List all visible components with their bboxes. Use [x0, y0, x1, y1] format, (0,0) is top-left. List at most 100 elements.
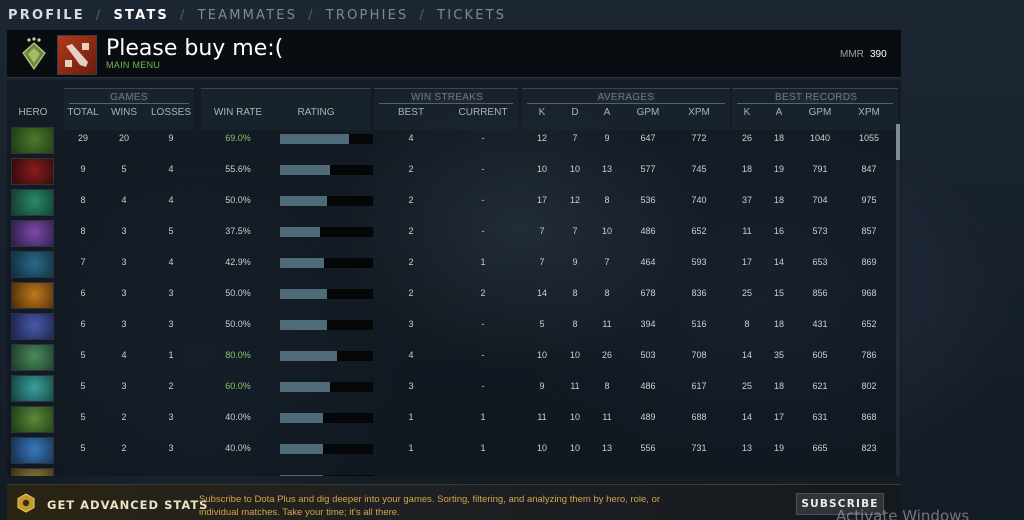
mmr-value: 390 — [870, 49, 887, 60]
hero-portrait[interactable] — [11, 251, 54, 278]
cell-avg-gpm: 678 — [640, 288, 656, 298]
table-row[interactable]: 8 4 4 50.0% 2-17 12 8 536 740 37 18 704 975 — [7, 187, 895, 218]
rating-bar-fill — [280, 351, 337, 361]
cell-avg-a: 11 — [602, 412, 612, 422]
rating-bar-fill — [280, 320, 327, 330]
col-losses[interactable]: LOSSES — [151, 107, 191, 118]
table-row[interactable]: 5 2 3 40.0% 1 1 10 10 13 556 731 13 19 665 823 — [7, 435, 895, 466]
hero-portrait[interactable] — [11, 344, 54, 371]
cell-win-rate: 40.0% — [225, 443, 251, 453]
col-best-a[interactable]: A — [759, 107, 799, 118]
cell-best-xpm: 652 — [861, 319, 877, 329]
nav-profile[interactable]: PROFILE — [8, 8, 85, 23]
cell-losses: 3 — [168, 443, 174, 453]
cell-wins: 3 — [121, 319, 127, 329]
scrollbar[interactable] — [896, 124, 900, 476]
rating-bar — [280, 413, 373, 423]
cell-current-streak: 1 — [480, 412, 486, 422]
hero-portrait[interactable] — [11, 313, 54, 340]
col-best-xpm[interactable]: XPM — [849, 107, 889, 118]
col-avg-a[interactable]: A — [587, 107, 627, 118]
col-win-rate[interactable]: WIN RATE — [208, 107, 268, 118]
nav-separator: / — [179, 7, 187, 23]
cell-avg-a: 8 — [604, 195, 610, 205]
cell-avg-a: 8 — [604, 381, 610, 391]
table-row[interactable]: 29 20 9 69.0% 4-12 7 9 647 772 26 18 1040 1055 — [7, 125, 895, 156]
main-menu-link[interactable]: MAIN MENU — [106, 60, 160, 70]
col-current-streak[interactable]: CURRENT — [453, 107, 513, 118]
dota-logo-icon[interactable] — [57, 35, 97, 75]
col-hero[interactable]: HERO — [13, 107, 53, 118]
cell-total: 7 — [80, 257, 86, 267]
table-row[interactable]: 7 3 4 42.9% 2 1 7 9 7 464 593 17 14 653 869 — [7, 249, 895, 280]
nav-tickets[interactable]: TICKETS — [437, 8, 506, 23]
col-total[interactable]: TOTAL — [63, 107, 103, 118]
cell-avg-xpm: 772 — [691, 133, 707, 143]
hero-portrait[interactable] — [11, 406, 54, 433]
table-row-partial[interactable] — [7, 466, 895, 476]
rating-bar — [280, 165, 373, 175]
nav-stats[interactable]: STATS — [113, 8, 169, 23]
table-row[interactable]: 5 2 3 40.0% 1 1 11 10 11 489 688 14 17 631 868 — [7, 404, 895, 435]
table-row[interactable]: 8 3 5 37.5% 2-7 7 10 486 652 11 16 573 857 — [7, 218, 895, 249]
cell-avg-gpm: 486 — [640, 226, 656, 236]
col-wins[interactable]: WINS — [104, 107, 144, 118]
cell-best-streak: 2 — [408, 257, 414, 267]
mmr-label: MMR — [840, 49, 864, 60]
nav-separator: / — [95, 7, 103, 23]
hero-portrait[interactable] — [11, 437, 54, 464]
cell-losses: 1 — [168, 350, 174, 360]
cell-total: 8 — [80, 195, 86, 205]
hero-portrait[interactable] — [11, 127, 54, 154]
hero-portrait[interactable] — [11, 468, 54, 476]
table-row[interactable]: 5 4 1 80.0% 4-10 10 26 503 708 14 35 605 786 — [7, 342, 895, 373]
table-row[interactable]: 5 3 2 60.0% 3-9 11 8 486 617 25 18 621 802 — [7, 373, 895, 404]
table-row[interactable]: 9 5 4 55.6% 2-10 10 13 577 745 18 19 791 847 — [7, 156, 895, 187]
hero-portrait[interactable] — [11, 220, 54, 247]
cell-best-a: 18 — [773, 381, 784, 391]
hero-portrait[interactable] — [11, 189, 54, 216]
cell-avg-gpm: 503 — [640, 350, 656, 360]
cell-avg-xpm: 516 — [691, 319, 707, 329]
cell-losses: 2 — [168, 381, 174, 391]
cell-best-streak: 1 — [408, 443, 414, 453]
table-row[interactable]: 6 3 3 50.0% 2 2 14 8 8 678 836 25 15 856 968 — [7, 280, 895, 311]
cell-best-streak: 3 — [408, 381, 414, 391]
col-avg-xpm[interactable]: XPM — [679, 107, 719, 118]
col-best-gpm[interactable]: GPM — [800, 107, 840, 118]
cell-best-gpm: 1040 — [809, 133, 831, 143]
cell-win-rate: 40.0% — [225, 412, 251, 422]
cell-best-xpm: 823 — [861, 443, 877, 453]
rating-bar-fill — [280, 289, 327, 299]
col-avg-gpm[interactable]: GPM — [628, 107, 668, 118]
hero-portrait[interactable] — [11, 282, 54, 309]
col-best-streak[interactable]: BEST — [391, 107, 431, 118]
hero-portrait[interactable] — [11, 375, 54, 402]
cell-losses: 3 — [168, 288, 174, 298]
nav-trophies[interactable]: TROPHIES — [326, 8, 409, 23]
cell-total: 5 — [80, 350, 86, 360]
cell-wins: 2 — [121, 412, 127, 422]
cell-win-rate: 50.0% — [225, 288, 251, 298]
rating-bar-fill — [280, 165, 331, 175]
nav-teammates[interactable]: TEAMMATES — [198, 8, 298, 23]
scrollbar-thumb[interactable] — [896, 124, 900, 160]
rank-medal-icon[interactable] — [20, 37, 48, 71]
cell-total: 5 — [80, 381, 86, 391]
cell-win-rate: 50.0% — [225, 195, 251, 205]
cell-current-streak: - — [481, 381, 485, 391]
hero-portrait[interactable] — [11, 158, 54, 185]
cell-best-streak: 2 — [408, 195, 414, 205]
cell-wins: 4 — [121, 195, 127, 205]
col-rating[interactable]: RATING — [286, 107, 346, 118]
cell-total: 9 — [80, 164, 86, 174]
cell-win-rate: 42.9% — [225, 257, 251, 267]
cell-wins: 5 — [121, 164, 127, 174]
cell-best-streak: 1 — [408, 412, 414, 422]
cell-best-xpm: 786 — [861, 350, 877, 360]
cell-best-gpm: 631 — [812, 412, 828, 422]
table-row[interactable]: 6 3 3 50.0% 3-5 8 11 394 516 8 18 431 652 — [7, 311, 895, 342]
cell-wins: 4 — [121, 350, 127, 360]
cell-avg-a: 13 — [601, 164, 612, 174]
cell-best-a: 14 — [773, 257, 784, 267]
